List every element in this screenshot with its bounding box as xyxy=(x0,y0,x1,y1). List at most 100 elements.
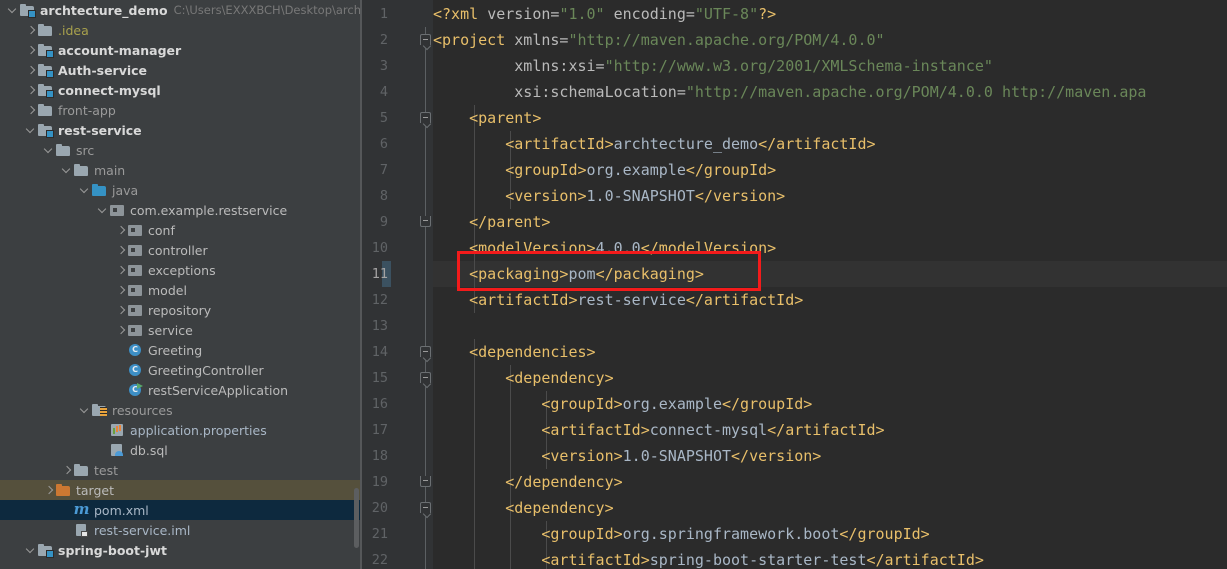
token-txt: rest-service xyxy=(577,291,686,309)
tree-item-archtecture-demo[interactable]: archtecture_demo C:\Users\EXXXBCH\Desktop… xyxy=(0,0,360,20)
line-number: 18 xyxy=(371,448,388,464)
module-folder-icon xyxy=(37,82,54,98)
tree-item-exceptions[interactable]: exceptions xyxy=(0,260,360,280)
fold-end-icon[interactable] xyxy=(420,216,431,227)
code-line[interactable]: <artifactId>rest-service</artifactId> xyxy=(433,287,803,313)
package-icon xyxy=(127,262,144,278)
chevron-down-icon[interactable] xyxy=(62,160,73,180)
chevron-down-icon[interactable] xyxy=(80,400,91,420)
line-number: 15 xyxy=(371,370,388,386)
code-line[interactable]: <version>1.0-SNAPSHOT</version> xyxy=(433,183,785,209)
tree-item-account-manager[interactable]: account-manager xyxy=(0,40,360,60)
tree-item-test[interactable]: test xyxy=(0,460,360,480)
tree-item-label: resources xyxy=(112,402,173,418)
tree-item-model[interactable]: model xyxy=(0,280,360,300)
chevron-right-icon[interactable] xyxy=(26,40,37,60)
code-line[interactable]: <groupId>org.example</groupId> xyxy=(433,391,812,417)
code-line[interactable]: <dependency> xyxy=(433,495,613,521)
tree-item-resources[interactable]: resources xyxy=(0,400,360,420)
tree-item-pom-xml[interactable]: pom.xml xyxy=(0,500,360,520)
tree-item-greeting[interactable]: Greeting xyxy=(0,340,360,360)
tree-item-src[interactable]: src xyxy=(0,140,360,160)
code-line[interactable]: </parent> xyxy=(433,209,550,235)
tree-item-spring-boot-jwt[interactable]: spring-boot-jwt xyxy=(0,540,360,560)
code-line[interactable]: </dependency> xyxy=(433,469,622,495)
chevron-right-icon[interactable] xyxy=(116,260,127,280)
chevron-down-icon[interactable] xyxy=(26,540,37,560)
tree-item-target[interactable]: target xyxy=(0,480,360,500)
chevron-right-icon[interactable] xyxy=(44,480,55,500)
code-line[interactable]: <groupId>org.example</groupId> xyxy=(433,157,776,183)
tree-item-idea[interactable]: .idea xyxy=(0,20,360,40)
code-line[interactable]: <version>1.0-SNAPSHOT</version> xyxy=(433,443,821,469)
code-line[interactable]: xsi:schemaLocation="http://maven.apache.… xyxy=(433,79,1146,105)
token-attr: encoding= xyxy=(604,5,695,23)
token-tag: </modelVersion> xyxy=(640,239,777,257)
tree-item-auth-service[interactable]: Auth-service xyxy=(0,60,360,80)
chevron-down-icon[interactable] xyxy=(80,180,91,200)
tree-item-application-properties[interactable]: application.properties xyxy=(0,420,360,440)
line-number: 4 xyxy=(379,84,388,100)
chevron-right-icon[interactable] xyxy=(116,300,127,320)
line-number: 2 xyxy=(379,32,388,48)
chevron-down-icon[interactable] xyxy=(8,0,19,20)
panel-divider[interactable] xyxy=(360,0,362,569)
tree-item-com-example-restservice[interactable]: com.example.restservice xyxy=(0,200,360,220)
chevron-right-icon[interactable] xyxy=(116,240,127,260)
code-line[interactable]: <packaging>pom</packaging> xyxy=(433,261,704,287)
code-line[interactable]: <dependencies> xyxy=(433,339,595,365)
chevron-right-icon[interactable] xyxy=(116,220,127,240)
token-val: "UTF-8" xyxy=(694,5,759,23)
tree-item-greetingcontroller[interactable]: GreetingController xyxy=(0,360,360,380)
code-line[interactable]: <project xmlns="http://maven.apache.org/… xyxy=(433,27,885,53)
tree-item-conf[interactable]: conf xyxy=(0,220,360,240)
tree-item-repository[interactable]: repository xyxy=(0,300,360,320)
token-txt: org.springframework.boot xyxy=(622,525,840,543)
code-line[interactable]: <groupId>org.springframework.boot</group… xyxy=(433,521,929,547)
tree-item-restserviceapplication[interactable]: restServiceApplication xyxy=(0,380,360,400)
chevron-right-icon[interactable] xyxy=(116,320,127,340)
editor-gutter[interactable]: 1 2 3 4 5 6 7 8 9 10 11 12 13 14 15 16 17 18 19 20 21 22 xyxy=(362,0,433,569)
project-tree[interactable]: archtecture_demo C:\Users\EXXXBCH\Desktop… xyxy=(0,0,360,560)
tree-item-controller[interactable]: controller xyxy=(0,240,360,260)
line-number: 13 xyxy=(371,318,388,334)
fold-end-icon[interactable] xyxy=(420,476,431,487)
code-line[interactable]: <modelVersion>4.0.0</modelVersion> xyxy=(433,235,776,261)
chevron-down-icon[interactable] xyxy=(26,120,37,140)
code-line[interactable]: <dependency> xyxy=(433,365,613,391)
chevron-right-icon[interactable] xyxy=(116,280,127,300)
tree-item-main[interactable]: main xyxy=(0,160,360,180)
chevron-right-icon[interactable] xyxy=(26,60,37,80)
tree-item-java[interactable]: java xyxy=(0,180,360,200)
line-number: 10 xyxy=(371,240,388,256)
tree-item-front-app[interactable]: front-app xyxy=(0,100,360,120)
chevron-down-icon[interactable] xyxy=(98,200,109,220)
tree-item-rest-service-iml[interactable]: rest-service.iml xyxy=(0,520,360,540)
chevron-right-icon[interactable] xyxy=(26,100,37,120)
chevron-right-icon[interactable] xyxy=(62,460,73,480)
tree-item-connect-mysql[interactable]: connect-mysql xyxy=(0,80,360,100)
code-line[interactable]: <parent> xyxy=(433,105,541,131)
folder-icon xyxy=(73,162,90,178)
code-line[interactable]: <artifactId>spring-boot-starter-test</ar… xyxy=(433,547,984,569)
code-editor[interactable]: 1 2 3 4 5 6 7 8 9 10 11 12 13 14 15 16 17 18 19 20 21 22 <?xm… xyxy=(362,0,1227,569)
line-number: 3 xyxy=(379,58,388,74)
project-tree-panel[interactable]: archtecture_demo C:\Users\EXXXBCH\Desktop… xyxy=(0,0,360,569)
tree-item-rest-service[interactable]: rest-service xyxy=(0,120,360,140)
chevron-right-icon[interactable] xyxy=(26,20,37,40)
module-badge-icon xyxy=(28,10,36,18)
code-line[interactable]: <artifactId>connect-mysql</artifactId> xyxy=(433,417,884,443)
module-folder-icon xyxy=(37,62,54,78)
chevron-right-icon[interactable] xyxy=(26,80,37,100)
tree-item-db-sql[interactable]: db.sql xyxy=(0,440,360,460)
tree-item-label: java xyxy=(112,182,139,198)
code-line[interactable]: <?xml version="1.0" encoding="UTF-8"?> xyxy=(433,1,776,27)
code-line[interactable]: <artifactId>archtecture_demo</artifactId… xyxy=(433,131,875,157)
token-tag: <groupId> xyxy=(433,395,623,413)
project-tree-scrollbar[interactable] xyxy=(354,488,359,548)
code-line[interactable]: xmlns:xsi="http://www.w3.org/2001/XMLSch… xyxy=(433,53,993,79)
chevron-down-icon[interactable] xyxy=(44,140,55,160)
line-number: 7 xyxy=(379,162,388,178)
tree-item-service[interactable]: service xyxy=(0,320,360,340)
package-icon xyxy=(109,202,126,218)
